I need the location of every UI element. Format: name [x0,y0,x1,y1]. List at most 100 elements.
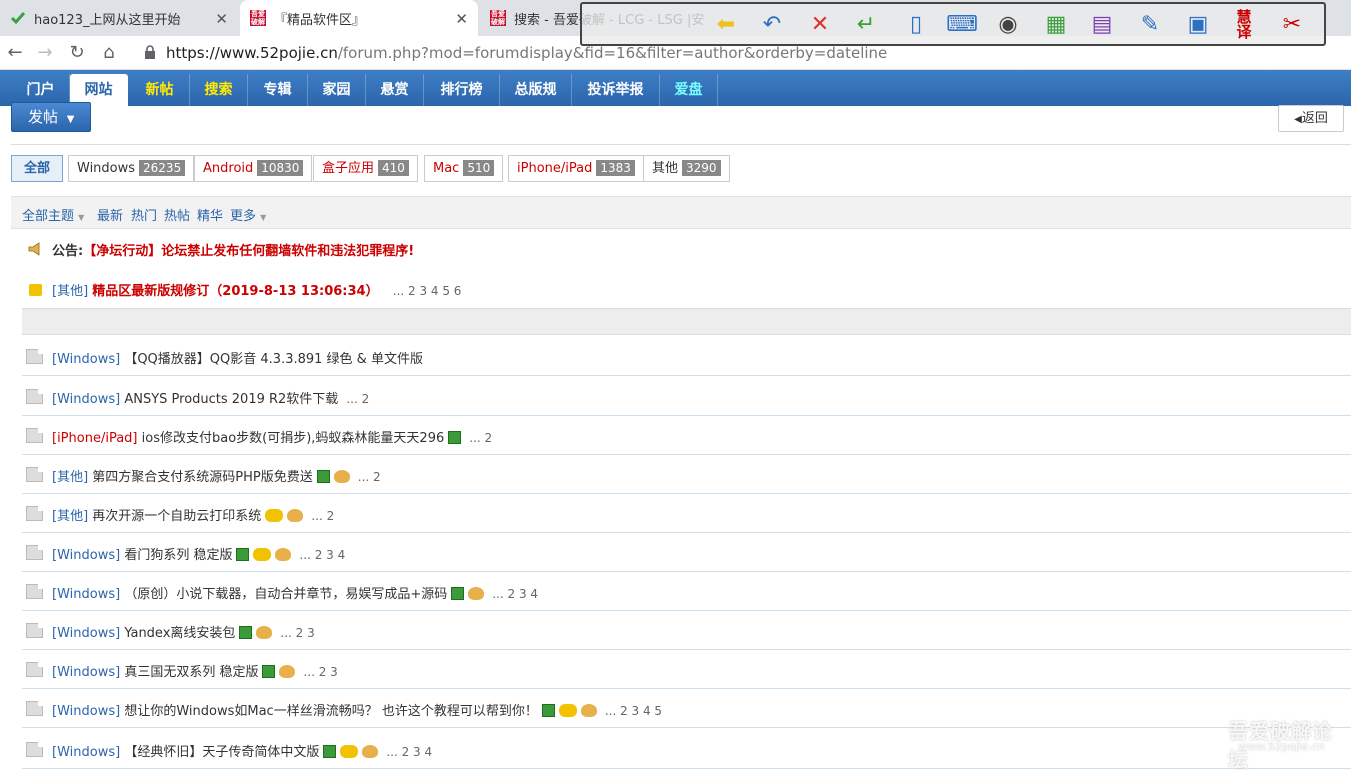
recommend-icon [265,509,284,522]
home-icon[interactable]: ⌂ [98,42,120,64]
enter-icon[interactable]: ↵ [850,10,882,40]
nav-item-bounty[interactable]: 悬赏 [366,74,424,106]
screen-icon[interactable]: ▣ [1182,10,1214,40]
browser-tab-jingpin[interactable]: 吾爱 破解 『精品软件区』 ✕ [240,0,478,36]
translate-icon[interactable]: 慧 译 [1228,10,1260,40]
pen-icon[interactable]: ✎ [1134,10,1166,40]
thread-pages[interactable]: ... 2 3 [280,626,314,640]
filter-hot[interactable]: 热门 [131,205,157,224]
thread-pages[interactable]: ... 2 3 4 [386,745,432,759]
reload-icon[interactable]: ↻ [66,42,88,64]
chevron-down-icon: ▼ [260,213,267,222]
url-field[interactable]: https://www.52pojie.cn/forum.php?mod=for… [166,44,887,62]
thread-row[interactable]: [Windows] 看门狗系列 稳定版 ... 2 3 4 [22,533,1351,572]
thread-tag[interactable]: [Windows] [52,548,120,563]
thread-pages[interactable]: ... 2 3 4 5 [605,704,662,718]
thread-row[interactable]: [Windows] （原创）小说下载器，自动合并章节，易娱写成品+源码 ... 2… [22,572,1351,611]
thread-pages[interactable]: ... 2 [469,431,492,445]
category-label: iPhone/iPad [517,161,593,176]
close-icon[interactable]: ✕ [215,10,228,28]
filter-digest[interactable]: 精华 [197,205,223,224]
tools-icon[interactable]: ✂ [1276,10,1308,40]
thread-tag[interactable]: [Windows] [52,626,120,641]
thread-tag[interactable]: [Windows] [52,587,120,602]
thread-pages[interactable]: ... 2 3 [303,665,337,679]
delete-icon[interactable]: ✕ [804,10,836,40]
nav-item-report[interactable]: 投诉举报 [572,74,660,106]
recommend-icon [558,704,577,717]
thread-pages[interactable]: ... 2 [311,509,334,523]
category-other[interactable]: 其他 3290 [643,155,730,182]
category-iphone[interactable]: iPhone/iPad 1383 [508,155,644,182]
nav-item-home[interactable]: 家园 [308,74,366,106]
thread-pages[interactable]: ... 2 3 4 5 6 [393,284,462,298]
category-mac[interactable]: Mac 510 [424,155,504,182]
thread-row[interactable]: [iPhone/iPad] ios修改支付bao步数(可捐步),蚂蚁森林能量天天… [22,416,1351,455]
category-windows[interactable]: Windows 26235 [68,155,195,182]
category-android[interactable]: Android 10830 [194,155,313,182]
thread-pages[interactable]: ... 2 [346,392,369,406]
thread-folder-icon [26,623,43,638]
thread-row[interactable]: [Windows] 【经典怀旧】天子传奇简体中文版 ... 2 3 4 [22,730,1351,769]
thread-title[interactable]: 精品区最新版规修订（2019-8-13 13:06:34） [92,284,378,299]
nav-item-rules[interactable]: 总版规 [500,74,572,106]
thread-title[interactable]: 【QQ播放器】QQ影音 4.3.3.891 绿色 & 单文件版 [124,352,423,367]
thread-row[interactable]: [Windows] 想让你的Windows如Mac一样丝滑流畅吗？ 也许这个教程… [22,689,1351,728]
filter-more[interactable]: 更多 ▼ [230,205,266,224]
announcement[interactable]: 公告:【净坛行动】论坛禁止发布任何翻墙软件和违法犯罪程序! [52,240,414,260]
close-icon[interactable]: ✕ [455,10,468,28]
thread-row[interactable]: [其他] 第四方聚合支付系统源码PHP版免费送 ... 2 [22,455,1351,494]
thread-title[interactable]: 第四方聚合支付系统源码PHP版免费送 [92,470,312,485]
forward-arrow-icon[interactable]: → [34,42,56,64]
thread-tag[interactable]: [iPhone/iPad] [52,431,138,446]
filter-all-topics[interactable]: 全部主题 ▼ [22,205,84,224]
nav-item-new-posts[interactable]: 新帖 [130,74,190,106]
thread-title[interactable]: 真三国无双系列 稳定版 [124,665,258,680]
nav-item-albums[interactable]: 专辑 [248,74,308,106]
thread-tag[interactable]: [Windows] [52,704,120,719]
nav-item-aipan[interactable]: 爱盘 [660,74,718,106]
pinned-thread[interactable]: [其他] 精品区最新版规修订（2019-8-13 13:06:34） ... 2… [52,280,461,299]
nav-item-ranking[interactable]: 排行榜 [424,74,500,106]
thread-title[interactable]: 想让你的Windows如Mac一样丝滑流畅吗？ 也许这个教程可以帮到你！ [124,704,538,719]
thread-row[interactable]: [其他] 再次开源一个自助云打印系统 ... 2 [22,494,1351,533]
thread-row[interactable]: [Windows] 【QQ播放器】QQ影音 4.3.3.891 绿色 & 单文件… [22,337,1351,376]
thread-line: [Windows] 【经典怀旧】天子传奇简体中文版 ... 2 3 4 [52,741,432,760]
nav-item-search[interactable]: 搜索 [190,74,248,106]
thread-row[interactable]: [Windows] 真三国无双系列 稳定版 ... 2 3 [22,650,1351,689]
keyboard-icon[interactable]: ⌨ [946,10,978,40]
browser-tab-hao123[interactable]: hao123_上网从这里开始 ✕ [0,0,238,36]
eye-icon[interactable]: ◉ [992,10,1024,40]
thread-tag[interactable]: [其他] [52,470,88,485]
undo-icon[interactable]: ↶ [756,10,788,40]
thread-tag[interactable]: [Windows] [52,745,120,760]
document-icon[interactable]: ▯ [900,10,932,40]
filter-latest[interactable]: 最新 [97,205,123,224]
thread-title[interactable]: ios修改支付bao步数(可捐步),蚂蚁森林能量天天296 [142,431,445,446]
thread-tag[interactable]: [Windows] [52,352,120,367]
thread-pages[interactable]: ... 2 [358,470,381,484]
filter-hot-posts[interactable]: 热帖 [164,205,190,224]
back-arrow-icon[interactable]: ⬅ [710,10,742,40]
category-box-apps[interactable]: 盒子应用 410 [313,155,418,182]
thread-row[interactable]: [Windows] ANSYS Products 2019 R2软件下载 ... … [22,377,1351,416]
thread-tag[interactable]: [其他] [52,284,88,299]
thread-tag[interactable]: [其他] [52,509,88,524]
list-icon[interactable]: ▤ [1086,10,1118,40]
thread-title[interactable]: 再次开源一个自助云打印系统 [92,509,261,524]
back-button[interactable]: ◀返回 [1278,105,1344,132]
thread-pages[interactable]: ... 2 3 4 [492,587,538,601]
thread-title[interactable]: 看门狗系列 稳定版 [124,548,232,563]
thread-pages[interactable]: ... 2 3 4 [299,548,345,562]
back-arrow-icon[interactable]: ← [4,42,26,64]
category-all[interactable]: 全部 [11,155,63,182]
thread-row[interactable]: [Windows] Yandex离线安装包 ... 2 3 [22,611,1351,650]
thread-title[interactable]: （原创）小说下载器，自动合并章节，易娱写成品+源码 [124,587,447,602]
thread-title[interactable]: Yandex离线安装包 [124,626,235,641]
grid-icon[interactable]: ▦ [1040,10,1072,40]
thread-title[interactable]: ANSYS Products 2019 R2软件下载 [124,392,338,407]
thread-tag[interactable]: [Windows] [52,392,120,407]
post-button[interactable]: 发帖 ▼ [11,102,91,132]
thread-title[interactable]: 【经典怀旧】天子传奇简体中文版 [124,745,319,760]
thread-tag[interactable]: [Windows] [52,665,120,680]
